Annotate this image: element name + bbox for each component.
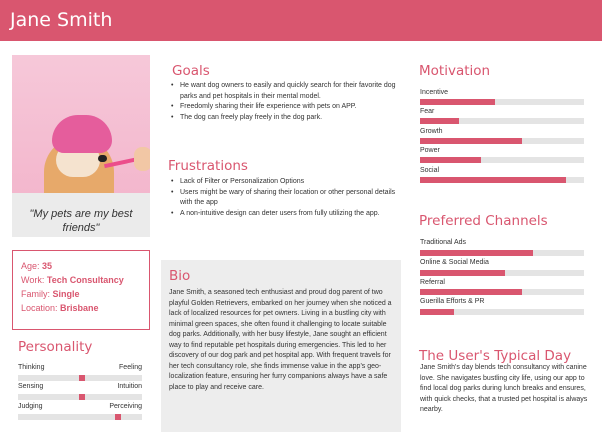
motivation-label: Social xyxy=(420,167,440,174)
channel-track xyxy=(420,250,584,256)
goal-item: The dog can freely play freely in the do… xyxy=(170,113,400,124)
personality-right-label: Intuition xyxy=(117,383,142,390)
motivation-track xyxy=(420,99,584,105)
motivation-label: Growth xyxy=(420,128,443,135)
personality-left-label: Sensing xyxy=(18,383,44,390)
frustrations-title: Frustrations xyxy=(168,158,248,174)
motivation-bar xyxy=(420,118,460,124)
channel-bar xyxy=(420,250,534,256)
frustration-item: Users might be wary of sharing their loc… xyxy=(170,188,400,209)
shower-cap xyxy=(52,115,112,153)
channel-bar xyxy=(420,289,522,295)
info-age: Age: 35 xyxy=(21,261,53,271)
personality-track xyxy=(18,394,142,400)
personality-right-label: Feeling xyxy=(119,364,142,371)
personality-left-label: Thinking xyxy=(18,364,45,371)
channel-label: Guerilla Efforts & PR xyxy=(420,298,485,305)
motivation-bar xyxy=(420,138,522,144)
frustration-item: A non-intuitive design can deter users f… xyxy=(170,209,400,220)
channel-bar xyxy=(420,270,506,276)
motivation-track xyxy=(420,157,584,163)
info-box: Age: 35 Work: Tech Consultancy Family: S… xyxy=(12,250,150,330)
typical-day-text: Jane Smith's day blends tech consultancy… xyxy=(420,364,588,413)
frustrations-list: Lack of Filter or Personalization Option… xyxy=(170,177,400,219)
typical-day-title: The User's Typical Day xyxy=(419,348,572,364)
channels-title: Preferred Channels xyxy=(419,213,548,229)
personality-left-label: Judging xyxy=(18,403,43,410)
persona-name: Jane Smith xyxy=(10,9,113,31)
motivation-label: Power xyxy=(420,147,440,154)
info-family: Family: Single xyxy=(21,289,80,299)
persona-quote: "My pets are my best friends" xyxy=(12,193,150,237)
channel-track xyxy=(420,270,584,276)
motivation-title: Motivation xyxy=(419,63,491,79)
personality-title: Personality xyxy=(18,339,93,355)
motivation-bar xyxy=(420,99,496,105)
personality-track xyxy=(18,414,142,420)
motivation-label: Incentive xyxy=(420,89,449,96)
channel-track xyxy=(420,289,584,295)
motivation-track xyxy=(420,118,584,124)
motivation-label: Fear xyxy=(420,108,435,115)
goals-list: He want dog owners to easily and quickly… xyxy=(170,81,400,123)
channel-bar xyxy=(420,309,455,315)
motivation-track xyxy=(420,177,584,183)
bio-panel: Bio Jane Smith, a seasoned tech enthusia… xyxy=(161,260,401,432)
frustration-item: Lack of Filter or Personalization Option… xyxy=(170,177,400,188)
motivation-bar xyxy=(420,177,566,183)
channel-label: Traditional Ads xyxy=(420,239,467,246)
dog-nose xyxy=(98,155,107,162)
personality-marker xyxy=(115,414,122,420)
bio-text: Jane Smith, a seasoned tech enthusiast a… xyxy=(169,289,392,391)
personality-track xyxy=(18,375,142,381)
goals-title: Goals xyxy=(172,63,210,79)
channel-track xyxy=(420,309,584,315)
goal-item: He want dog owners to easily and quickly… xyxy=(170,81,400,102)
header-bar: Jane Smith xyxy=(0,0,602,41)
motivation-bar xyxy=(420,157,481,163)
bio-title: Bio xyxy=(169,268,191,284)
persona-photo xyxy=(12,55,150,193)
personality-marker xyxy=(79,375,86,381)
channel-label: Online & Social Media xyxy=(420,259,489,266)
personality-marker xyxy=(79,394,86,400)
personality-right-label: Perceiving xyxy=(109,403,142,410)
info-work: Work: Tech Consultancy xyxy=(21,275,124,285)
goal-item: Freedomly sharing their life experience … xyxy=(170,102,400,113)
motivation-track xyxy=(420,138,584,144)
channel-label: Referral xyxy=(420,279,445,286)
info-location: Location: Brisbane xyxy=(21,303,99,313)
hand xyxy=(134,147,150,171)
